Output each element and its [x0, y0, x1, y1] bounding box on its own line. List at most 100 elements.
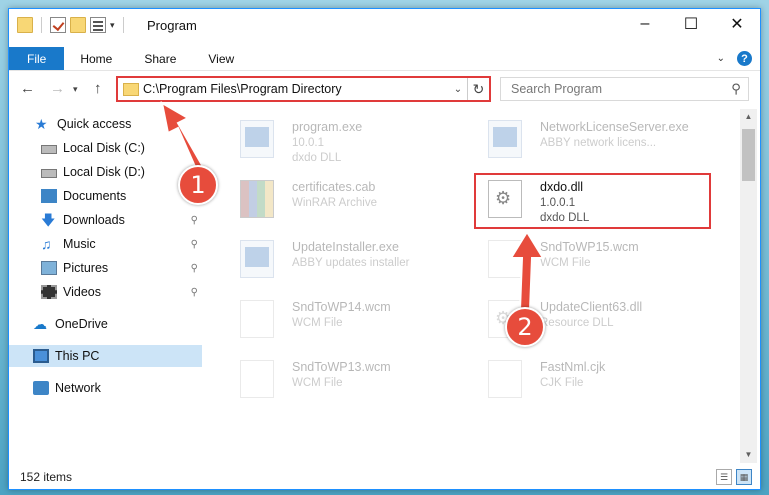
sidebar-item-label: This PC: [55, 349, 100, 363]
ribbon-right: ⌄ ?: [717, 51, 752, 66]
ribbon: File Home Share View ⌄ ?: [9, 47, 760, 71]
list-item[interactable]: UpdateClient63.dll Resource DLL: [468, 297, 708, 341]
file-icon: [488, 240, 522, 278]
list-item[interactable]: certificates.cab WinRAR Archive: [220, 177, 460, 221]
scroll-up-icon[interactable]: ▲: [740, 109, 757, 125]
customize-icon[interactable]: [90, 17, 106, 33]
minimize-button[interactable]: –: [622, 9, 668, 39]
folder-icon: [123, 82, 139, 96]
pin-icon[interactable]: ⚲: [191, 239, 198, 250]
list-item[interactable]: NetworkLicenseServer.exe ABBY network li…: [468, 117, 708, 161]
list-item[interactable]: SndToWP13.wcm WCM File: [220, 357, 460, 401]
sidebar-item-label: OneDrive: [55, 317, 108, 331]
sidebar-item-documents[interactable]: Documents: [9, 185, 202, 207]
search-input[interactable]: [501, 82, 724, 96]
sidebar-item-this-pc[interactable]: This PC: [9, 345, 202, 367]
tab-view[interactable]: View: [192, 47, 250, 70]
tab-home[interactable]: Home: [64, 47, 128, 70]
file-detail: 10.0.1: [292, 137, 324, 149]
file-name: FastNml.cjk: [540, 360, 606, 374]
details-view-icon[interactable]: ☰: [716, 469, 732, 485]
file-detail: WCM File: [292, 377, 343, 389]
tab-file[interactable]: File: [9, 47, 65, 70]
address-row: ← → ▾ ↑ C:\Program Files\Program Directo…: [9, 76, 760, 102]
tab-share[interactable]: Share: [128, 47, 192, 70]
music-icon: ♫: [41, 236, 52, 252]
sidebar-item-label: Videos: [63, 285, 101, 299]
list-item[interactable]: SndToWP14.wcm WCM File: [220, 297, 460, 341]
file-name: certificates.cab: [292, 180, 376, 194]
address-bar[interactable]: C:\Program Files\Program Directory ⌄ ↻: [116, 76, 491, 102]
list-item[interactable]: SndToWP15.wcm WCM File: [468, 237, 708, 281]
navigation-pane: ★ Quick access Local Disk (C:) Local Dis…: [9, 113, 202, 463]
folder-icon[interactable]: [17, 17, 33, 33]
list-item[interactable]: FastNml.cjk CJK File: [468, 357, 708, 401]
toolbar-dropdown-icon[interactable]: ▾: [110, 20, 115, 31]
close-button[interactable]: ✕: [714, 9, 760, 39]
window-title: Program: [147, 18, 197, 33]
sidebar-item-pictures[interactable]: Pictures ⚲: [9, 257, 202, 279]
file-detail: ABBY updates installer: [292, 257, 410, 269]
file-detail: Resource DLL: [540, 317, 614, 329]
recent-locations-icon[interactable]: ▾: [73, 84, 78, 95]
cloud-icon: ☁: [33, 316, 47, 332]
tiles-view-icon[interactable]: ▦: [736, 469, 752, 485]
title-bar: ▾ Program – ☐ ✕: [9, 9, 760, 41]
search-icon[interactable]: ⚲: [724, 81, 748, 97]
refresh-icon[interactable]: ↻: [467, 78, 489, 100]
video-icon: [41, 285, 57, 299]
list-item[interactable]: program.exe 10.0.1 dxdo DLL: [220, 117, 460, 164]
toolbar-divider: [122, 17, 124, 33]
window-controls: – ☐ ✕: [622, 9, 760, 39]
scroll-down-icon[interactable]: ▼: [740, 447, 757, 463]
file-icon: [240, 360, 274, 398]
properties-check-icon[interactable]: [50, 17, 66, 33]
scrollbar-thumb[interactable]: [742, 129, 755, 181]
address-path[interactable]: C:\Program Files\Program Directory: [143, 82, 449, 96]
file-name: SndToWP13.wcm: [292, 360, 391, 374]
help-icon[interactable]: ?: [737, 51, 752, 66]
file-detail: CJK File: [540, 377, 584, 389]
drive-icon: [41, 145, 57, 154]
up-arrow-icon[interactable]: ↑: [94, 80, 102, 97]
file-name: NetworkLicenseServer.exe: [540, 120, 689, 134]
sidebar-item-music[interactable]: ♫ Music ⚲: [9, 233, 202, 255]
highlight-box: [474, 173, 711, 229]
file-name: SndToWP14.wcm: [292, 300, 391, 314]
forward-arrow-icon[interactable]: →: [50, 80, 65, 97]
expand-ribbon-icon[interactable]: ⌄: [717, 53, 725, 64]
file-icon: [488, 360, 522, 398]
file-detail: WCM File: [540, 257, 591, 269]
document-icon: [41, 189, 57, 203]
vertical-scrollbar[interactable]: ▲ ▼: [740, 109, 757, 463]
search-box[interactable]: ⚲: [500, 77, 749, 101]
sidebar-item-local-disk-c[interactable]: Local Disk (C:): [9, 137, 202, 159]
list-item[interactable]: UpdateInstaller.exe ABBY updates install…: [220, 237, 460, 281]
sidebar-item-label: Documents: [63, 189, 127, 203]
pin-icon[interactable]: ⚲: [191, 215, 198, 226]
executable-icon: [240, 120, 274, 158]
sidebar-item-label: Local Disk (D:): [63, 165, 145, 179]
file-detail: WCM File: [292, 317, 343, 329]
sidebar-item-network[interactable]: Network: [9, 377, 202, 399]
sidebar-item-label: Downloads: [63, 213, 125, 227]
back-arrow-icon[interactable]: ←: [20, 80, 35, 97]
file-name: program.exe: [292, 120, 363, 134]
sidebar-item-downloads[interactable]: 🡇 Downloads ⚲: [9, 209, 202, 231]
network-icon: [33, 381, 49, 395]
view-toggle: ☰ ▦: [716, 469, 752, 485]
file-list: program.exe 10.0.1 dxdo DLL NetworkLicen…: [210, 109, 738, 465]
sidebar-item-onedrive[interactable]: ☁ OneDrive: [9, 313, 202, 335]
step-2-badge: 2: [505, 307, 545, 347]
pin-icon[interactable]: ⚲: [191, 287, 198, 298]
file-name: UpdateClient63.dll: [540, 300, 643, 314]
sidebar-item-label: Network: [55, 381, 101, 395]
sidebar-item-videos[interactable]: Videos ⚲: [9, 281, 202, 303]
address-dropdown-icon[interactable]: ⌄: [449, 84, 467, 95]
pin-icon[interactable]: ⚲: [191, 263, 198, 274]
sidebar-item-label: Quick access: [57, 117, 132, 131]
new-folder-icon[interactable]: [70, 17, 86, 33]
sidebar-item-quick-access[interactable]: ★ Quick access: [9, 113, 202, 135]
maximize-button[interactable]: ☐: [668, 9, 714, 39]
sidebar-item-local-disk-d[interactable]: Local Disk (D:): [9, 161, 202, 183]
